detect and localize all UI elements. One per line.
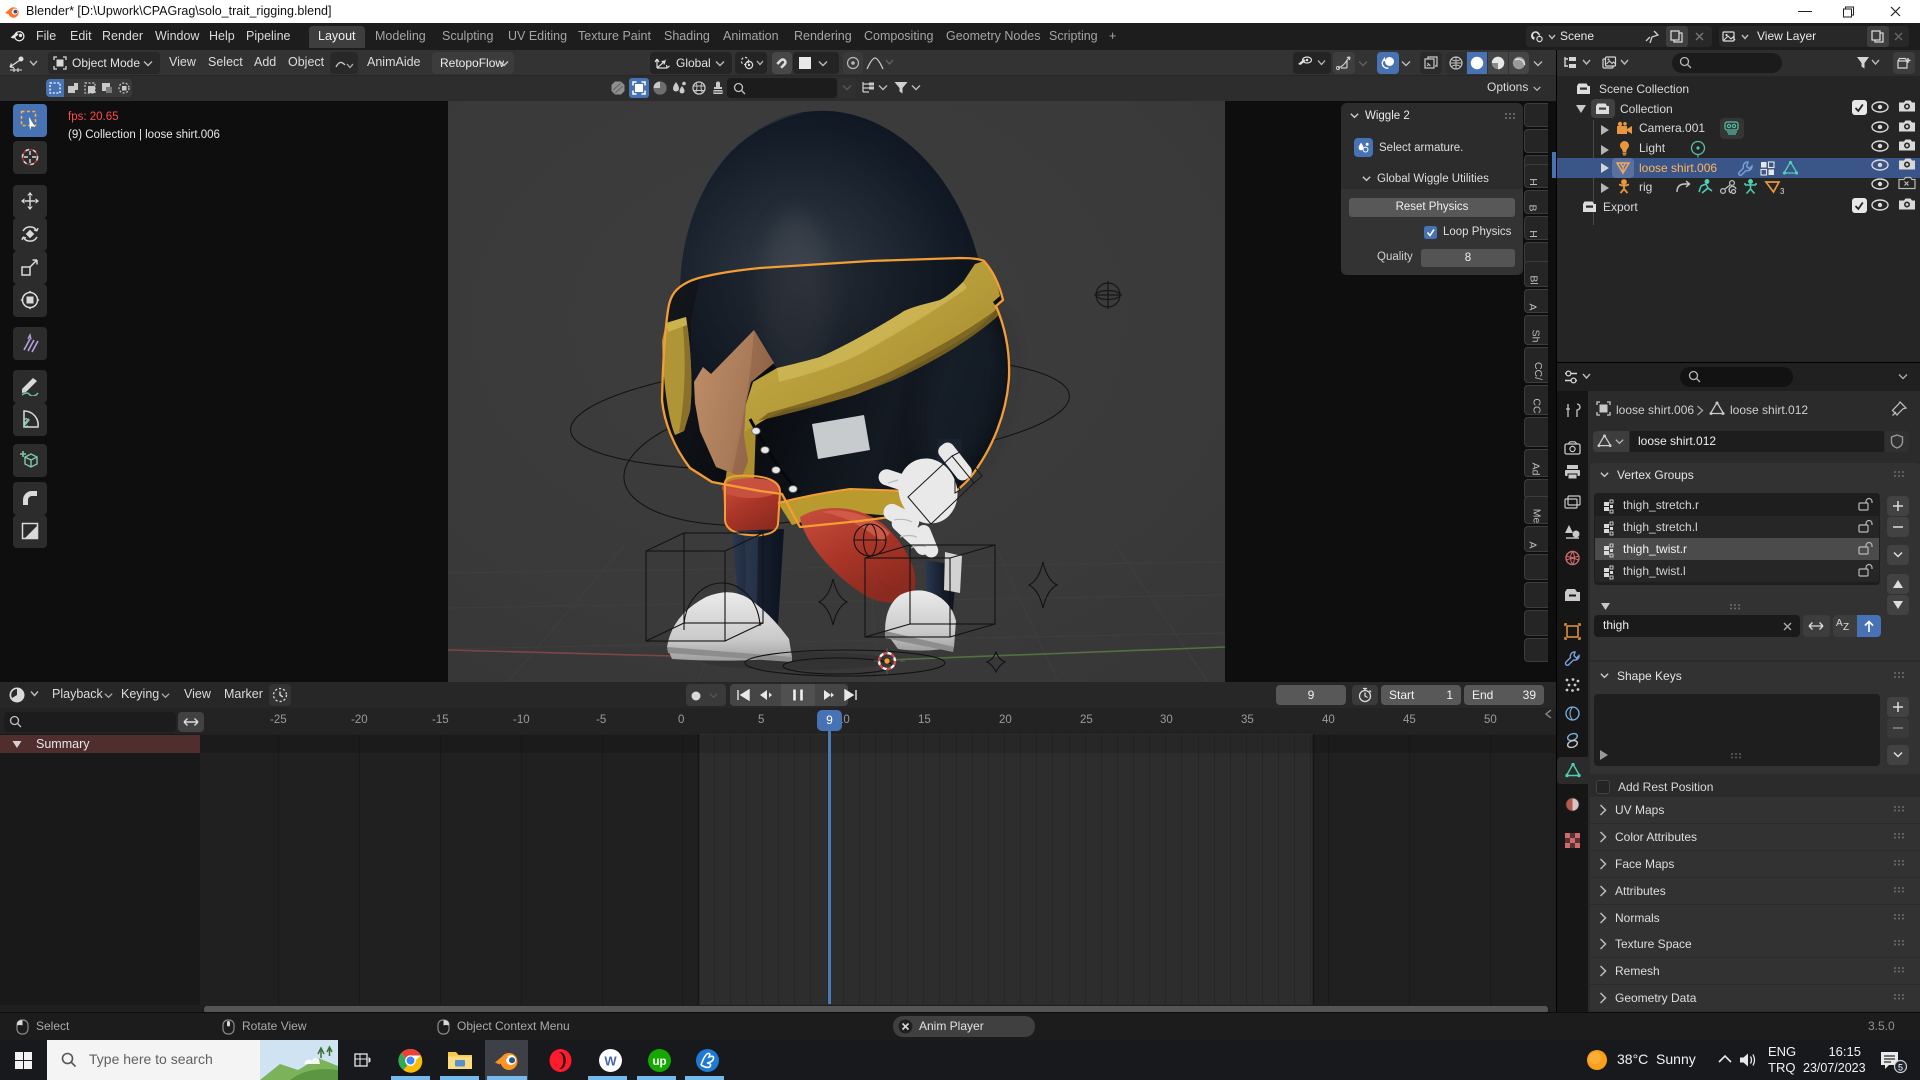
svg-text:5: 5 <box>1898 1063 1903 1073</box>
svg-text:up: up <box>652 1056 666 1068</box>
svg-text:3: 3 <box>1780 187 1785 196</box>
svg-text:W: W <box>604 1054 617 1069</box>
